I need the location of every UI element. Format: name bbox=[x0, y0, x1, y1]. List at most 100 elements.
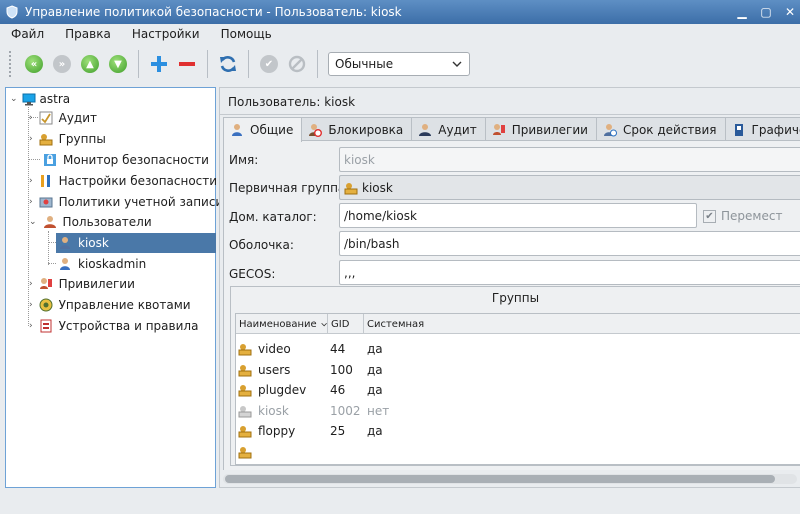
group-icon bbox=[238, 406, 252, 418]
name-field[interactable]: kiosk bbox=[339, 147, 800, 172]
home-dir-input[interactable]: /home/kiosk bbox=[339, 203, 697, 228]
tree-item-label: Монитор безопасности bbox=[63, 153, 209, 167]
groups-title: Группы bbox=[491, 291, 540, 305]
tree-item-user-kiosk[interactable]: kiosk bbox=[56, 233, 216, 253]
maximize-icon[interactable]: ▢ bbox=[756, 2, 776, 22]
column-label: Системная bbox=[367, 318, 425, 330]
tab-bar: Общие Блокировка Аудит Привилегии Срок д… bbox=[223, 117, 800, 142]
minimize-icon[interactable]: ▁ bbox=[732, 2, 752, 22]
tree-item-security-settings[interactable]: › Настройки безопасности bbox=[29, 171, 217, 191]
group-icon bbox=[238, 344, 252, 356]
table-row[interactable]: kiosk 1002 нет bbox=[236, 401, 800, 421]
down-button[interactable]: ▼ bbox=[104, 50, 132, 78]
calendar-icon bbox=[603, 123, 617, 136]
first-button[interactable]: « bbox=[20, 50, 48, 78]
remove-button[interactable] bbox=[173, 50, 201, 78]
calendar-icon bbox=[39, 111, 53, 125]
up-icon: ▲ bbox=[81, 55, 99, 73]
menu-edit[interactable]: Правка bbox=[54, 27, 121, 41]
groups-box: Группы Наименование GID Системная video bbox=[230, 286, 800, 466]
group-system: да bbox=[367, 342, 383, 356]
group-name: video bbox=[258, 342, 291, 356]
table-row[interactable]: floppy 25 да bbox=[236, 421, 800, 441]
table-row[interactable]: users 100 да bbox=[236, 360, 800, 380]
navigation-tree[interactable]: ⌄ astra › Аудит › Группы Монитор безопас… bbox=[5, 87, 223, 488]
group-name: floppy bbox=[258, 424, 296, 438]
up-button[interactable]: ▲ bbox=[76, 50, 104, 78]
tree-item-users[interactable]: ⌄ Пользователи bbox=[29, 212, 152, 232]
mode-combobox[interactable]: Обычные bbox=[328, 52, 470, 76]
gecos-input[interactable]: ,,, bbox=[339, 260, 800, 285]
shell-value: /bin/bash bbox=[344, 236, 400, 251]
tree-item-label: Привилегии bbox=[58, 277, 135, 291]
tree-item-devices-rules[interactable]: › Устройства и правила bbox=[29, 316, 198, 336]
tab-graphical[interactable]: Графическ bbox=[724, 117, 800, 141]
tree-item-privileges[interactable]: › Привилегии bbox=[29, 274, 135, 294]
name-label: Имя: bbox=[229, 153, 259, 167]
close-icon[interactable]: ✕ bbox=[780, 2, 800, 22]
toolbar: « » ▲ ▼ ✔ Обычные bbox=[0, 44, 800, 84]
tree-item-account-policies[interactable]: › Политики учетной записи bbox=[29, 192, 223, 212]
groups-table[interactable]: Наименование GID Системная video 44 да u… bbox=[235, 313, 800, 465]
tab-privileges[interactable]: Привилегии bbox=[484, 117, 597, 141]
tab-general[interactable]: Общие bbox=[223, 117, 303, 142]
tree-item-groups[interactable]: › Группы bbox=[29, 129, 106, 149]
toolbar-separator bbox=[207, 50, 208, 78]
column-system[interactable]: Системная bbox=[364, 314, 800, 334]
apply-button[interactable]: ✔ bbox=[255, 50, 283, 78]
tree-item-label: Управление квотами bbox=[58, 298, 191, 312]
tools-icon bbox=[40, 175, 50, 187]
tree-item-security-monitor[interactable]: Монитор безопасности bbox=[43, 150, 209, 170]
title-bar: Управление политикой безопасности - Поль… bbox=[0, 0, 800, 24]
scrollbar-thumb[interactable] bbox=[225, 475, 775, 483]
tree-item-label: Настройки безопасности bbox=[58, 174, 218, 188]
group-system: нет bbox=[367, 404, 390, 418]
column-label: Наименование bbox=[239, 318, 317, 330]
group-name: kiosk bbox=[258, 404, 289, 418]
cancel-button[interactable] bbox=[283, 50, 311, 78]
tree-root[interactable]: ⌄ astra bbox=[10, 89, 70, 109]
group-icon bbox=[238, 385, 252, 397]
table-header: Наименование GID Системная bbox=[236, 314, 800, 334]
column-gid[interactable]: GID bbox=[328, 314, 364, 334]
horizontal-scrollbar[interactable] bbox=[223, 474, 797, 484]
tree-root-label: astra bbox=[39, 92, 71, 106]
gecos-value: ,,, bbox=[344, 265, 356, 280]
table-row[interactable]: plugdev 46 да bbox=[236, 380, 800, 400]
add-button[interactable] bbox=[145, 50, 173, 78]
window-title: Управление политикой безопасности - Поль… bbox=[25, 5, 402, 19]
tab-audit[interactable]: Аудит bbox=[411, 117, 486, 141]
group-name: plugdev bbox=[258, 383, 307, 397]
home-dir-value: /home/kiosk bbox=[344, 208, 417, 223]
tree-item-label: kioskadmin bbox=[78, 257, 147, 271]
down-icon: ▼ bbox=[109, 55, 127, 73]
tab-lock[interactable]: Блокировка bbox=[301, 117, 413, 141]
last-button[interactable]: » bbox=[48, 50, 76, 78]
chevron-down-icon bbox=[452, 61, 462, 67]
lock-icon bbox=[309, 123, 323, 137]
table-row[interactable]: video 44 да bbox=[236, 339, 800, 359]
tab-expiration[interactable]: Срок действия bbox=[595, 117, 726, 141]
display-icon bbox=[734, 123, 743, 136]
toolbar-grip[interactable] bbox=[8, 50, 12, 78]
menu-settings[interactable]: Настройки bbox=[121, 27, 210, 41]
policy-icon bbox=[39, 197, 53, 208]
tree-item-quota-management[interactable]: › Управление квотами bbox=[29, 295, 191, 315]
menu-file[interactable]: Файл bbox=[0, 27, 54, 41]
mode-value: Обычные bbox=[335, 57, 394, 71]
collapse-icon[interactable]: ⌄ bbox=[10, 94, 18, 104]
tab-label: Блокировка bbox=[328, 122, 404, 137]
menu-help[interactable]: Помощь bbox=[210, 27, 282, 41]
column-name[interactable]: Наименование bbox=[236, 314, 328, 334]
move-home-checkbox[interactable]: ✔ Перемест bbox=[703, 209, 782, 223]
panel-header: Пользователь: kiosk bbox=[228, 95, 356, 109]
tree-item-audit[interactable]: › Аудит bbox=[29, 108, 97, 128]
move-home-label: Перемест bbox=[721, 209, 783, 223]
refresh-button[interactable] bbox=[214, 50, 242, 78]
devices-icon bbox=[40, 319, 52, 333]
primary-group-combobox[interactable]: kiosk bbox=[339, 175, 800, 200]
shell-input[interactable]: /bin/bash bbox=[339, 231, 800, 256]
primary-group-value: kiosk bbox=[362, 180, 393, 195]
table-row-partial[interactable] bbox=[236, 442, 800, 462]
tree-item-user-kioskadmin[interactable]: kioskadmin bbox=[58, 254, 146, 274]
